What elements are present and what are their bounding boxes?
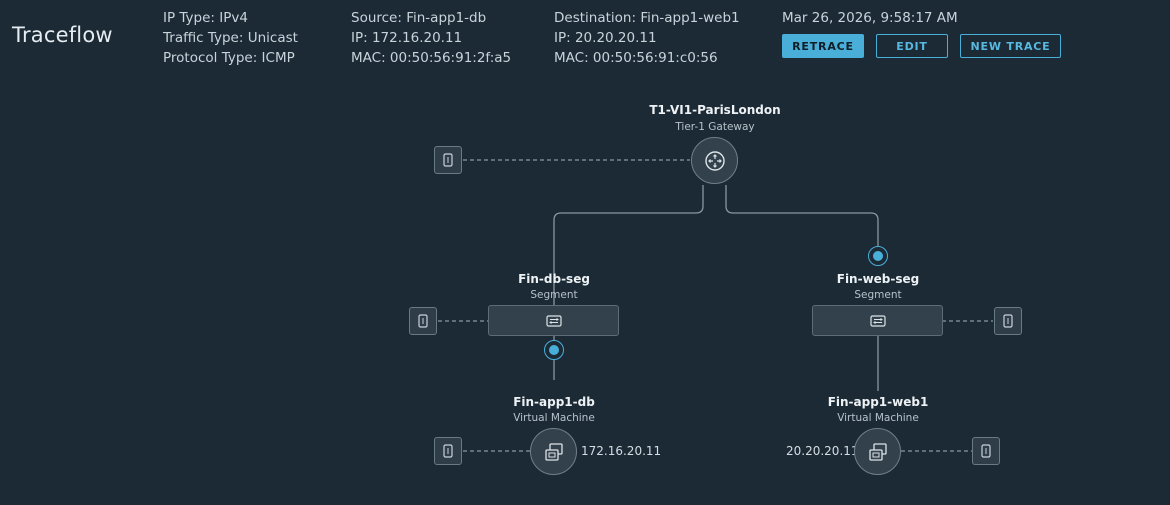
web-segment-name: Fin-web-seg (836, 272, 920, 286)
traceflow-page: Traceflow IP Type: IPv4 Traffic Type: Un… (0, 0, 1170, 505)
port-icon (443, 444, 453, 458)
port-icon (1003, 314, 1013, 328)
tier1-gateway-node[interactable] (691, 137, 738, 184)
port-icon (981, 444, 991, 458)
gateway-web-seg-link (725, 185, 879, 246)
trace-marker-icon (873, 251, 883, 261)
db-segment-type: Segment (530, 289, 578, 301)
switch-icon (545, 314, 562, 327)
web-segment-node[interactable] (812, 305, 943, 336)
gateway-db-seg-link (553, 185, 704, 305)
db-trace-marker[interactable] (544, 340, 564, 360)
web-vm-type: Virtual Machine (837, 412, 919, 424)
web-segment-port[interactable] (994, 307, 1022, 335)
db-vm-ip: 172.16.20.11 (581, 444, 662, 458)
port-icon (443, 153, 453, 167)
gateway-name: T1-VI1-ParisLondon (649, 103, 781, 117)
gateway-port[interactable] (434, 146, 462, 174)
web-vm-name: Fin-app1-web1 (827, 395, 929, 409)
db-vm-node[interactable] (530, 428, 577, 475)
virtual-machine-icon (868, 442, 887, 461)
db-segment-port[interactable] (409, 307, 437, 335)
gateway-type: Tier-1 Gateway (675, 121, 755, 133)
db-segment-name: Fin-db-seg (518, 272, 590, 286)
port-icon (418, 314, 428, 328)
web-trace-marker[interactable] (868, 246, 888, 266)
topology-connectors (438, 159, 993, 452)
virtual-machine-icon (544, 442, 563, 461)
web-vm-port[interactable] (972, 437, 1000, 465)
web-segment-type: Segment (854, 289, 902, 301)
router-icon (704, 150, 725, 171)
web-vm-ip: 20.20.20.11 (786, 444, 859, 458)
switch-icon (869, 314, 886, 327)
db-vm-type: Virtual Machine (513, 412, 595, 424)
trace-marker-icon (549, 345, 559, 355)
db-segment-node[interactable] (488, 305, 619, 336)
web-vm-node[interactable] (854, 428, 901, 475)
db-vm-port[interactable] (434, 437, 462, 465)
db-vm-name: Fin-app1-db (513, 395, 595, 409)
